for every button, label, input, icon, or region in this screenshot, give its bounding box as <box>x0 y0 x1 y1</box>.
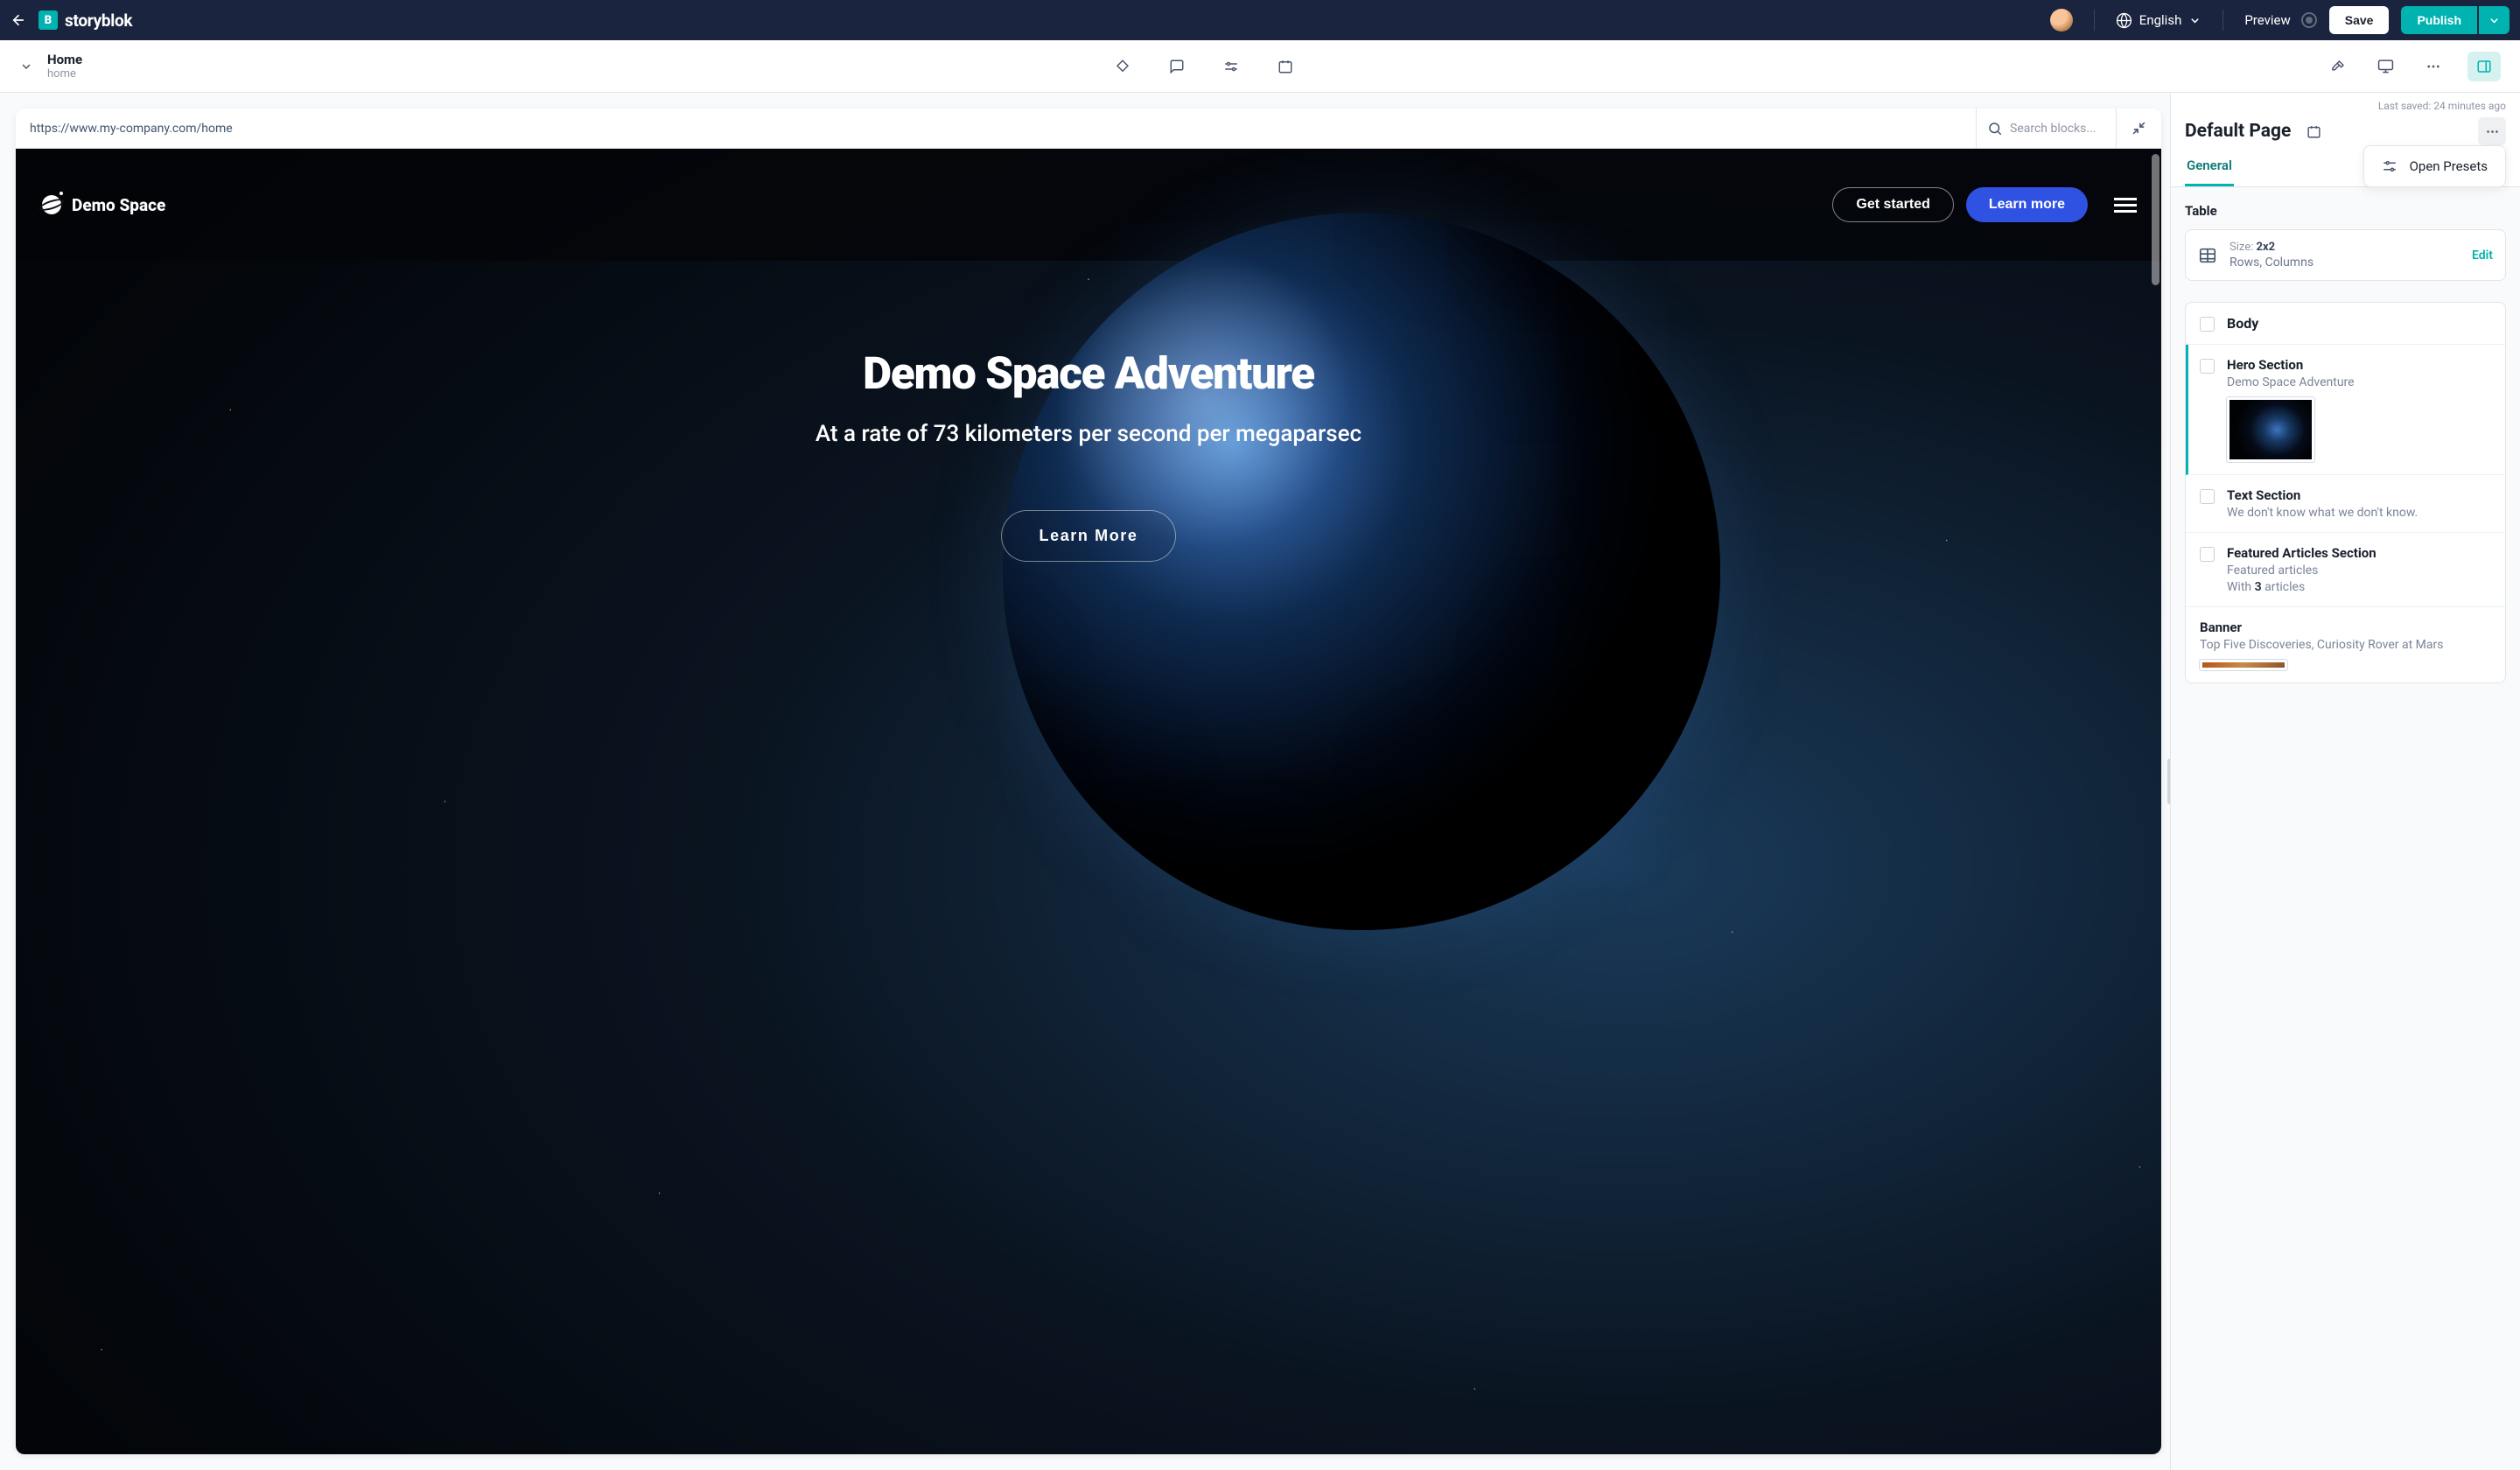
table-icon <box>2198 246 2217 265</box>
page-slug: home <box>47 67 82 80</box>
checkbox[interactable] <box>2200 489 2215 504</box>
page-title: Home <box>47 52 82 67</box>
logo-mark-icon: B <box>38 10 58 30</box>
chevron-down-icon <box>2488 14 2501 27</box>
avatar[interactable] <box>2050 9 2073 32</box>
settings-sliders-icon[interactable] <box>1218 53 1244 80</box>
block-featured-articles[interactable]: Featured Articles Section Featured artic… <box>2186 533 2505 607</box>
hero-cta-button[interactable]: Learn More <box>1001 510 1175 562</box>
tab-general[interactable]: General <box>2185 158 2234 186</box>
hero-subtitle: At a rate of 73 kilometers per second pe… <box>816 421 1362 447</box>
subbar: Home home <box>0 40 2520 93</box>
hero-section: Demo Space Adventure At a rate of 73 kil… <box>16 261 2161 1454</box>
rendered-site: Demo Space Get started Learn more Demo S… <box>16 149 2161 1454</box>
publish-dropdown-button[interactable] <box>2479 6 2510 34</box>
back-button[interactable] <box>10 12 26 28</box>
collapse-icon <box>2132 121 2146 136</box>
sliders-icon <box>2382 158 2398 174</box>
breadcrumb: Home home <box>47 52 82 80</box>
more-icon[interactable] <box>2420 53 2446 80</box>
collapse-button[interactable] <box>2116 108 2161 148</box>
preview-pane: https://www.my-company.com/home Search b… <box>0 93 2170 1470</box>
comments-icon[interactable] <box>1164 53 1190 80</box>
panel-icon <box>2476 59 2492 74</box>
chevron-down-icon <box>2188 14 2202 27</box>
preview-toggle[interactable]: Preview <box>2244 12 2316 28</box>
schedule-icon[interactable] <box>2300 117 2328 145</box>
block-text-section[interactable]: Text Section We don't know what we don't… <box>2186 475 2505 533</box>
open-presets-label: Open Presets <box>2410 158 2488 174</box>
search-blocks-input[interactable]: Search blocks... <box>1976 108 2116 148</box>
sidebar-title: Default Page <box>2185 121 2291 142</box>
radio-icon <box>2301 12 2317 28</box>
desktop-icon[interactable] <box>2372 52 2399 80</box>
panel-toggle-button[interactable] <box>2468 52 2501 81</box>
save-button[interactable]: Save <box>2329 6 2390 34</box>
breadcrumb-toggle[interactable] <box>19 60 33 74</box>
app-logo[interactable]: B storyblok <box>38 10 132 31</box>
search-placeholder: Search blocks... <box>2010 122 2096 136</box>
rows-cols-label: Rows, Columns <box>2230 256 2460 270</box>
frame-toolbar: https://www.my-company.com/home Search b… <box>16 108 2161 149</box>
preview-label: Preview <box>2244 12 2290 28</box>
language-selector[interactable]: English <box>2116 12 2202 29</box>
block-banner[interactable]: Banner Top Five Discoveries, Curiosity R… <box>2186 607 2505 682</box>
earth-image <box>1003 213 1720 930</box>
sidebar-more-button[interactable] <box>2478 117 2506 145</box>
hero-title: Demo Space Adventure <box>863 348 1314 400</box>
block-body[interactable]: Body <box>2186 303 2505 345</box>
calendar-icon[interactable] <box>1272 53 1298 80</box>
last-saved-label: Last saved: 24 minutes ago <box>2171 93 2520 112</box>
block-list: Body Hero Section Demo Space Adventure T… <box>2185 302 2506 683</box>
pick-tool-icon[interactable] <box>2325 53 2351 80</box>
checkbox[interactable] <box>2200 359 2215 374</box>
block-hero-section[interactable]: Hero Section Demo Space Adventure <box>2186 345 2505 475</box>
topbar: B storyblok English Preview Save Publish <box>0 0 2520 40</box>
banner-thumbnail <box>2200 660 2287 670</box>
chevron-down-icon <box>19 60 33 74</box>
edit-table-link[interactable]: Edit <box>2472 248 2493 262</box>
planet-icon <box>40 193 63 216</box>
properties-sidebar: Last saved: 24 minutes ago Default Page … <box>2170 93 2520 1470</box>
hero-thumbnail <box>2227 397 2314 462</box>
language-label: English <box>2139 12 2182 28</box>
table-field-card[interactable]: Size: 2x2 Rows, Columns Edit <box>2185 229 2506 281</box>
logo-text: storyblok <box>65 10 132 31</box>
open-presets-button[interactable]: Open Presets <box>2363 145 2506 187</box>
search-icon <box>1987 121 2003 136</box>
url-display[interactable]: https://www.my-company.com/home <box>16 122 1976 136</box>
table-section-label: Table <box>2185 203 2506 219</box>
more-icon <box>2485 124 2500 139</box>
draft-icon[interactable] <box>1110 53 1136 80</box>
checkbox[interactable] <box>2200 317 2215 332</box>
checkbox[interactable] <box>2200 547 2215 562</box>
publish-button[interactable]: Publish <box>2401 6 2477 34</box>
globe-icon <box>2116 12 2132 29</box>
